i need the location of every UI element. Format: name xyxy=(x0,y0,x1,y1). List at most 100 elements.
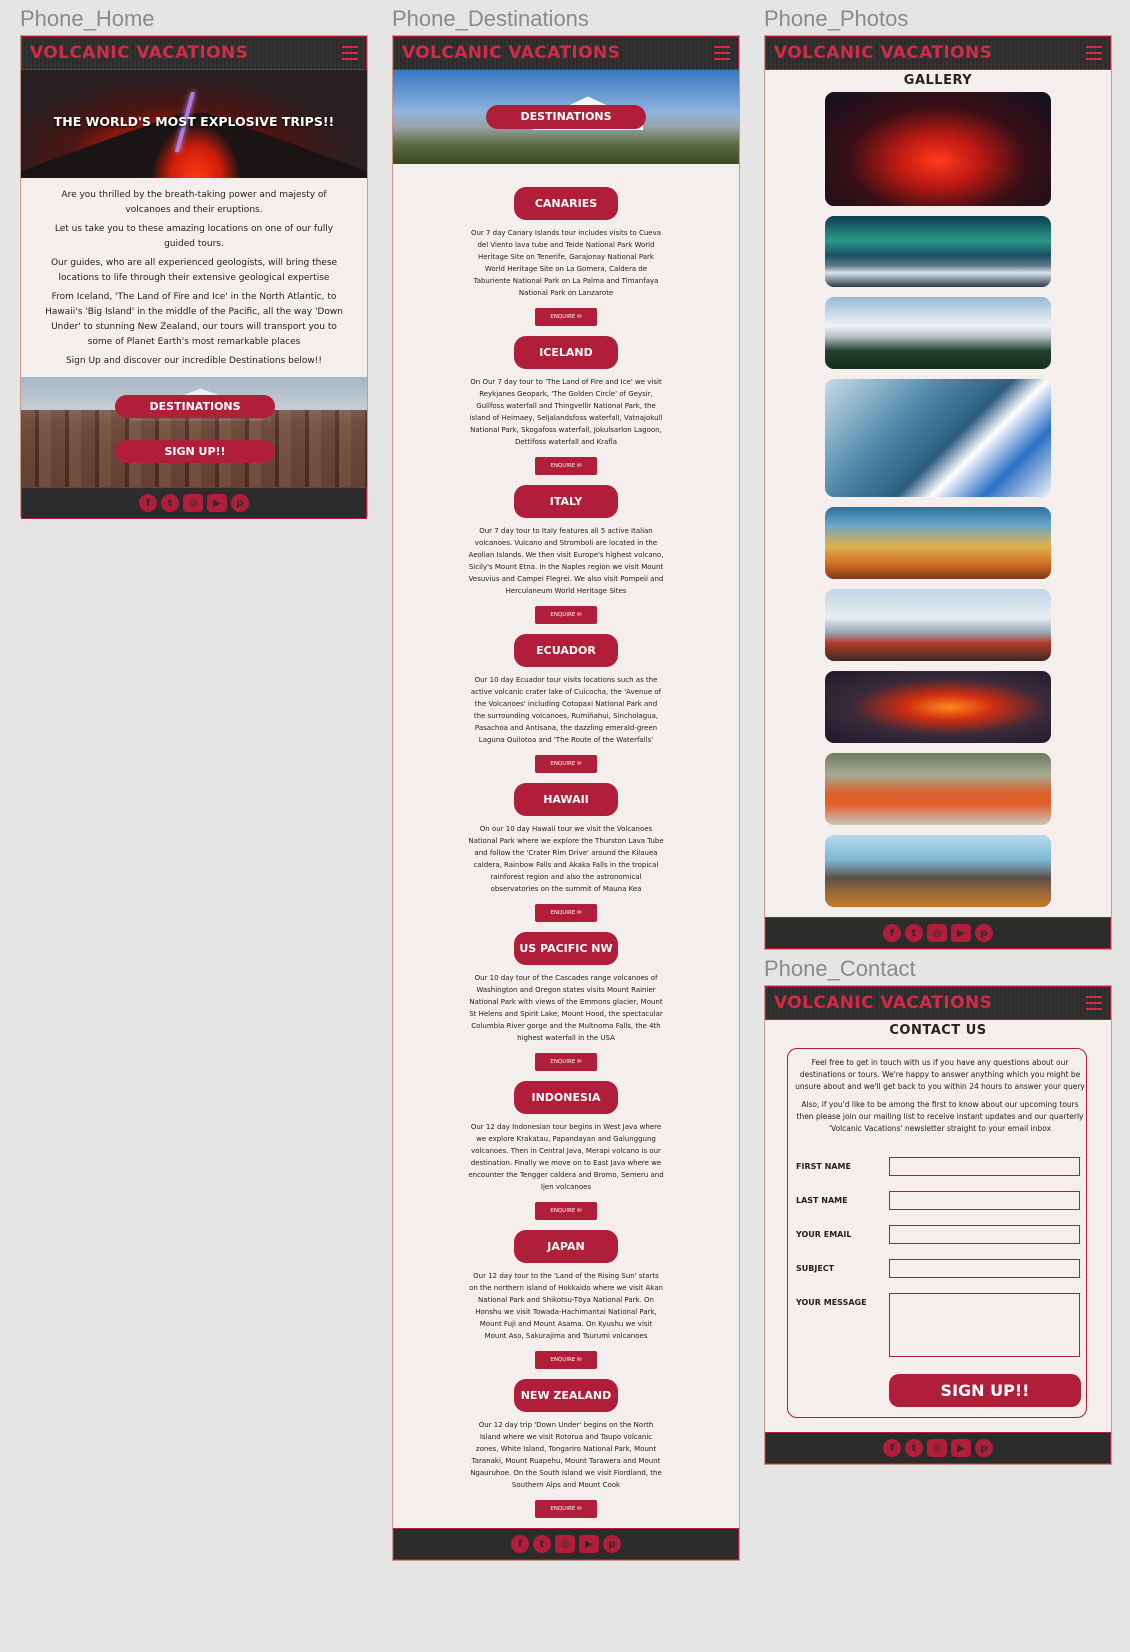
destination-card: US PACIFIC NW Our 10 day tour of the Cas… xyxy=(393,932,739,1081)
youtube-icon[interactable]: ▶ xyxy=(207,494,227,512)
destination-description: Our 10 day tour of the Cascades range vo… xyxy=(469,974,663,1042)
instagram-icon[interactable]: ◎ xyxy=(183,494,203,512)
destination-description: On our 10 day Hawaii tour we visit the V… xyxy=(468,825,664,893)
enquire-button[interactable]: ENQUIRE ✉ xyxy=(535,755,597,773)
destination-card: ICELAND On Our 7 day tour to 'The Land o… xyxy=(393,336,739,485)
facebook-icon[interactable]: f xyxy=(139,494,157,512)
twitter-icon[interactable]: t xyxy=(905,924,923,942)
aurora-mountains-photo[interactable] xyxy=(825,216,1051,287)
last-name-field[interactable] xyxy=(889,1191,1080,1210)
destinations-heading-button[interactable]: DESTINATIONS xyxy=(486,105,646,129)
destination-card: INDONESIA Our 12 day Indonesian tour beg… xyxy=(393,1081,739,1230)
enquire-button[interactable]: ENQUIRE ✉ xyxy=(535,457,597,475)
destination-button-japan[interactable]: JAPAN xyxy=(514,1230,618,1263)
brand-logo[interactable]: VOLCANIC VACATIONS xyxy=(774,993,992,1013)
instagram-icon[interactable]: ◎ xyxy=(555,1535,575,1553)
intro-paragraph: Let us take you to these amazing locatio… xyxy=(54,224,334,249)
destination-button-canaries[interactable]: CANARIES xyxy=(514,187,618,220)
message-row: YOUR MESSAGE xyxy=(796,1293,1080,1357)
destination-description: Our 12 day trip 'Down Under' begins on t… xyxy=(470,1421,662,1489)
pinterest-icon[interactable]: p xyxy=(603,1535,621,1553)
frame-label-destinations: Phone_Destinations xyxy=(392,6,589,31)
hamburger-menu-icon[interactable] xyxy=(1086,46,1102,60)
navbar: VOLCANIC VACATIONS xyxy=(765,36,1111,70)
twitter-icon[interactable]: t xyxy=(161,494,179,512)
instagram-icon[interactable]: ◎ xyxy=(927,1439,947,1457)
enquire-button[interactable]: ENQUIRE ✉ xyxy=(535,904,597,922)
brand-logo[interactable]: VOLCANIC VACATIONS xyxy=(30,43,248,63)
pinterest-icon[interactable]: p xyxy=(975,924,993,942)
enquire-button[interactable]: ENQUIRE ✉ xyxy=(535,1053,597,1071)
email-label: YOUR EMAIL xyxy=(796,1230,852,1239)
enquire-button[interactable]: ENQUIRE ✉ xyxy=(535,606,597,624)
snowy-mountain-forest-photo[interactable] xyxy=(825,297,1051,369)
hero-title: THE WORLD'S MOST EXPLOSIVE TRIPS!! xyxy=(53,114,335,129)
message-field[interactable] xyxy=(889,1293,1080,1357)
destination-button-new-zealand[interactable]: NEW ZEALAND xyxy=(514,1379,618,1412)
brand-logo[interactable]: VOLCANIC VACATIONS xyxy=(774,43,992,63)
instagram-icon[interactable]: ◎ xyxy=(927,924,947,942)
email-field[interactable] xyxy=(889,1225,1080,1244)
last-name-label: LAST NAME xyxy=(796,1196,848,1205)
intro-paragraph: Sign Up and discover our incredible Dest… xyxy=(65,356,323,366)
intro-text: Are you thrilled by the breath-taking po… xyxy=(21,178,367,377)
pinterest-icon[interactable]: p xyxy=(231,494,249,512)
phone-photos-frame: VOLCANIC VACATIONS GALLERY f t ◎ ▶ p xyxy=(764,35,1112,950)
enquire-button[interactable]: ENQUIRE ✉ xyxy=(535,1351,597,1369)
enquire-button[interactable]: ENQUIRE ✉ xyxy=(535,1500,597,1518)
signup-button[interactable]: SIGN UP!! xyxy=(115,440,275,463)
destination-description: Our 12 day tour to the 'Land of the Risi… xyxy=(469,1272,663,1340)
brand-logo[interactable]: VOLCANIC VACATIONS xyxy=(402,43,620,63)
destination-button-italy[interactable]: ITALY xyxy=(514,485,618,518)
destination-description: Our 7 day Canary Islands tour includes v… xyxy=(470,229,662,297)
volcano-eruption-photo[interactable] xyxy=(825,92,1051,206)
subject-field[interactable] xyxy=(889,1259,1080,1278)
enquire-button[interactable]: ENQUIRE ✉ xyxy=(535,308,597,326)
contact-intro: Feel free to get in touch with us if you… xyxy=(794,1057,1086,1135)
hamburger-menu-icon[interactable] xyxy=(342,46,358,60)
mount-fuji-pagoda-photo[interactable] xyxy=(825,589,1051,661)
geothermal-pool-photo[interactable] xyxy=(825,753,1051,825)
destination-description: Our 10 day Ecuador tour visits locations… xyxy=(470,676,662,744)
email-row: YOUR EMAIL xyxy=(796,1225,1080,1244)
twitter-icon[interactable]: t xyxy=(533,1535,551,1553)
intro-paragraph: From Iceland, 'The Land of Fire and Ice'… xyxy=(45,292,343,347)
hero-image: THE WORLD'S MOST EXPLOSIVE TRIPS!! xyxy=(21,70,367,178)
santorini-photo[interactable] xyxy=(825,379,1051,497)
lava-flow-photo[interactable] xyxy=(825,671,1051,743)
hamburger-menu-icon[interactable] xyxy=(714,46,730,60)
facebook-icon[interactable]: f xyxy=(883,1439,901,1457)
twitter-icon[interactable]: t xyxy=(905,1439,923,1457)
frame-label-home: Phone_Home xyxy=(20,6,155,31)
destination-button-iceland[interactable]: ICELAND xyxy=(514,336,618,369)
destination-card: ITALY Our 7 day tour to Italy features a… xyxy=(393,485,739,634)
hamburger-menu-icon[interactable] xyxy=(1086,996,1102,1010)
youtube-icon[interactable]: ▶ xyxy=(951,1439,971,1457)
photo-gallery xyxy=(765,92,1111,917)
first-name-field[interactable] xyxy=(889,1157,1080,1176)
destination-button-indonesia[interactable]: INDONESIA xyxy=(514,1081,618,1114)
submit-signup-button[interactable]: SIGN UP!! xyxy=(889,1374,1081,1407)
destination-button-us-pacific-nw[interactable]: US PACIFIC NW xyxy=(514,932,618,965)
navbar: VOLCANIC VACATIONS xyxy=(393,36,739,70)
bromo-volcano-photo[interactable] xyxy=(825,835,1051,907)
facebook-icon[interactable]: f xyxy=(511,1535,529,1553)
destination-button-ecuador[interactable]: ECUADOR xyxy=(514,634,618,667)
frame-label-photos: Phone_Photos xyxy=(764,6,909,31)
facebook-icon[interactable]: f xyxy=(883,924,901,942)
youtube-icon[interactable]: ▶ xyxy=(579,1535,599,1553)
destination-button-hawaii[interactable]: HAWAII xyxy=(514,783,618,816)
hot-spring-photo[interactable] xyxy=(825,507,1051,579)
navbar: VOLCANIC VACATIONS xyxy=(765,986,1111,1020)
youtube-icon[interactable]: ▶ xyxy=(951,924,971,942)
phone-home-frame: VOLCANIC VACATIONS THE WORLD'S MOST EXPL… xyxy=(20,35,368,519)
first-name-row: FIRST NAME xyxy=(796,1157,1080,1176)
destinations-button[interactable]: DESTINATIONS xyxy=(115,395,275,418)
enquire-button[interactable]: ENQUIRE ✉ xyxy=(535,1202,597,1220)
destination-card: NEW ZEALAND Our 12 day trip 'Down Under'… xyxy=(393,1379,739,1528)
message-label: YOUR MESSAGE xyxy=(796,1298,867,1307)
destinations-list: CANARIES Our 7 day Canary Islands tour i… xyxy=(393,164,739,1528)
contact-title: CONTACT US xyxy=(889,1023,987,1038)
destination-card: JAPAN Our 12 day tour to the 'Land of th… xyxy=(393,1230,739,1379)
pinterest-icon[interactable]: p xyxy=(975,1439,993,1457)
